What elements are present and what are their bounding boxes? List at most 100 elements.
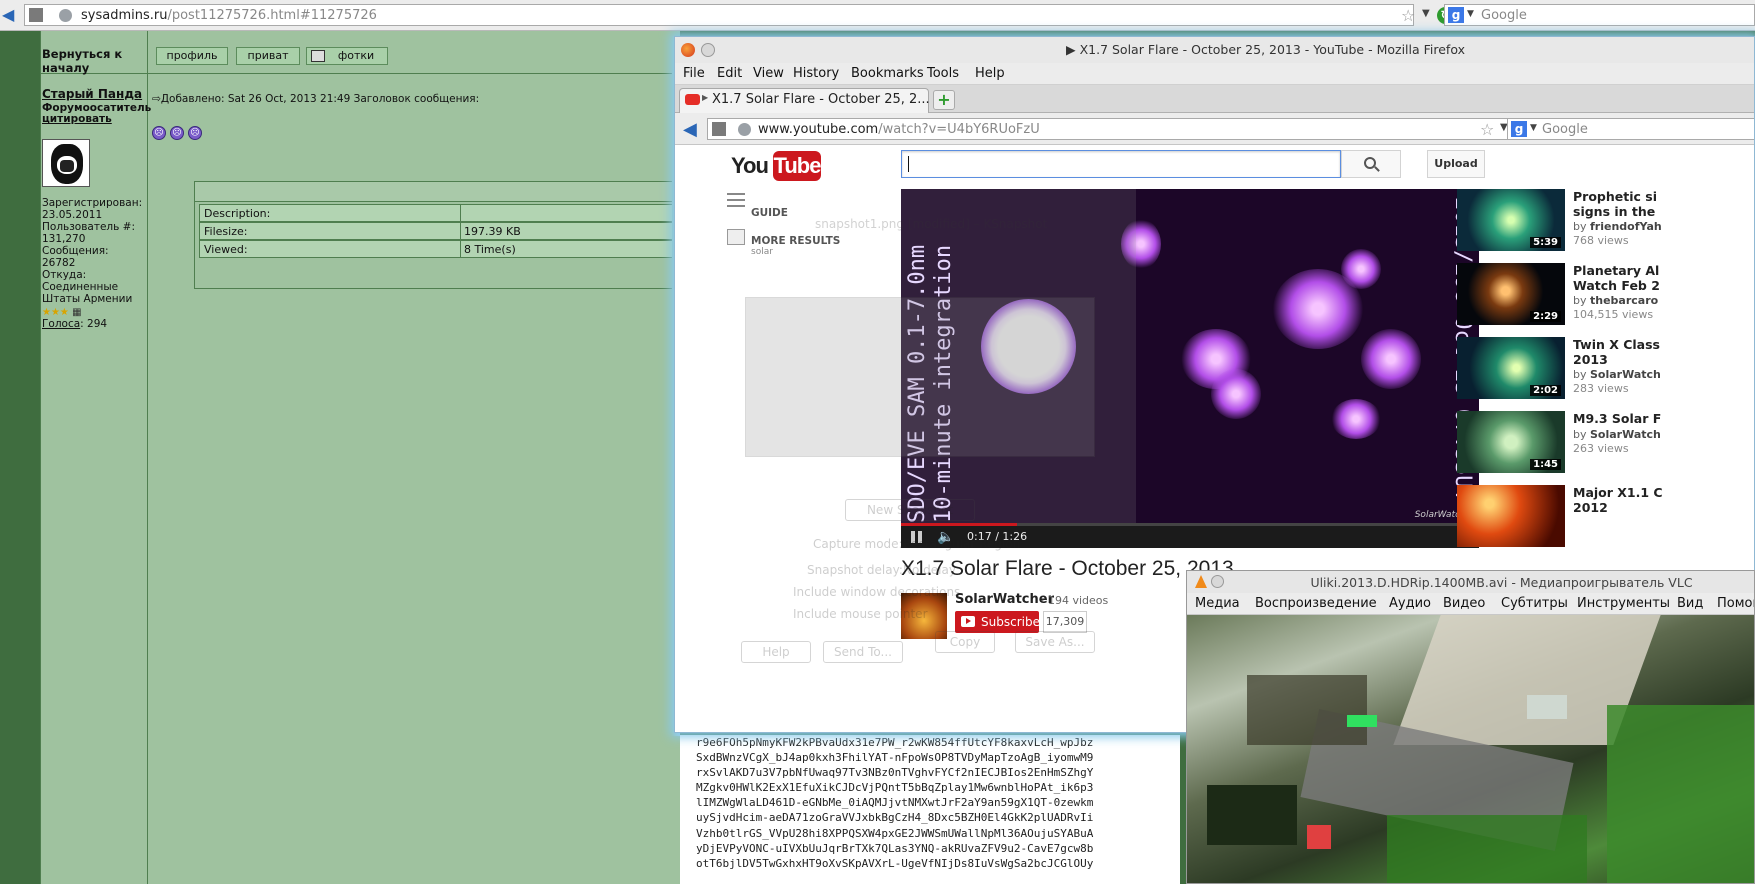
youtube-search-input[interactable]	[901, 150, 1341, 178]
chevron-down-icon[interactable]: ▼	[1422, 8, 1430, 19]
chevron-down-icon[interactable]: ▼	[1530, 123, 1537, 133]
google-icon[interactable]: g	[1448, 7, 1464, 23]
vlc-menu-video[interactable]: Видео	[1443, 596, 1485, 611]
vlc-menu-help[interactable]: Помощь	[1717, 596, 1754, 611]
save-as-button[interactable]: Save As...	[1015, 631, 1095, 653]
help-button[interactable]: Help	[741, 641, 811, 663]
vlc-menu-tools[interactable]: Инструменты	[1577, 596, 1670, 611]
video-thumbnail[interactable]: 5:39	[1457, 189, 1565, 251]
background-browser-toolbar: ◀ sysadmins.ru/post11275726.html#1127572…	[0, 0, 1755, 31]
menu-view[interactable]: View	[753, 66, 784, 81]
tab-label: X1.7 Solar Flare - October 25, 2...	[712, 92, 930, 107]
votes-value: : 294	[80, 318, 108, 330]
photo-icon	[311, 50, 325, 62]
private-message-button[interactable]: приват	[236, 47, 300, 65]
youtube-search-button[interactable]	[1341, 150, 1401, 178]
avatar	[42, 139, 90, 187]
post-header: ⇨Добавлено: Sat 26 Oct, 2013 21:49 Загол…	[152, 93, 479, 105]
back-arrow-icon[interactable]: ◀	[2, 6, 20, 24]
menu-help[interactable]: Help	[975, 66, 1005, 81]
video-duration: 5:39	[1530, 237, 1561, 248]
emoji-icon: ☹	[188, 126, 202, 140]
menu-bookmarks[interactable]: Bookmarks	[851, 66, 924, 81]
related-title[interactable]: Twin X Class 2013	[1573, 337, 1754, 367]
send-to-button[interactable]: Send To...	[823, 641, 903, 663]
window-title: ▶ X1.7 Solar Flare - October 25, 2013 - …	[1066, 42, 1465, 57]
menu-file[interactable]: File	[683, 66, 705, 81]
chevron-down-icon[interactable]: ▼	[1467, 9, 1474, 19]
include-decorations-checkbox[interactable]: Include window decorations	[793, 585, 960, 599]
related-title[interactable]: Prophetic si signs in the	[1573, 189, 1754, 219]
include-pointer-checkbox[interactable]: Include mouse pointer	[793, 607, 928, 621]
related-video[interactable]: 2:29 Planetary Al Watch Feb 2 by thebarca…	[1457, 263, 1754, 329]
photos-label: фотки	[337, 49, 375, 62]
video-thumbnail[interactable]: 1:45	[1457, 411, 1565, 473]
menu-edit[interactable]: Edit	[717, 66, 742, 81]
table-row: Description:	[199, 204, 677, 222]
page-icon[interactable]	[29, 8, 43, 22]
vlc-menu-audio[interactable]: Аудио	[1389, 596, 1431, 611]
search-box[interactable]: g ▼ Google	[1507, 118, 1754, 140]
upload-button[interactable]: Upload	[1427, 150, 1485, 178]
related-channel[interactable]: friendofYah	[1590, 220, 1662, 233]
bookmark-star-icon[interactable]: ☆	[1480, 120, 1494, 139]
related-title[interactable]: Major X1.1 C 2012	[1573, 485, 1754, 515]
address-bar[interactable]: www.youtube.com/watch?v=U4bY6RUoFzU ☆ ▼ …	[707, 118, 1533, 140]
related-video[interactable]: 2:02 Twin X Class 2013 by SolarWatch 283 …	[1457, 337, 1754, 403]
address-bar[interactable]: sysadmins.ru/post11275726.html#11275726 …	[24, 4, 1454, 26]
vlc-menu-playback[interactable]: Воспроизведение	[1255, 596, 1377, 611]
globe-icon	[59, 9, 72, 22]
video-duration: 2:29	[1530, 311, 1561, 322]
related-channel[interactable]: SolarWatch	[1590, 368, 1661, 381]
related-video[interactable]: Major X1.1 C 2012	[1457, 485, 1754, 551]
forum-page: Вернуться к началу профиль приват фотки …	[0, 31, 681, 884]
votes: Голоса: 294	[42, 318, 107, 330]
left-border	[0, 31, 40, 884]
back-to-top-link[interactable]: Вернуться к началу	[42, 47, 142, 75]
url-host: www.youtube.com	[758, 122, 879, 137]
attachment-table: Description: Filesize: 197.39 KB Viewed: 8…	[194, 181, 681, 289]
votes-label[interactable]: Голоса	[42, 318, 80, 330]
capture-mode-select[interactable]: Rectangular Region	[903, 537, 1020, 551]
vlc-menu-media[interactable]: Медиа	[1195, 596, 1240, 611]
bookmark-star-icon[interactable]: ☆	[1401, 6, 1415, 25]
related-video[interactable]: 1:45 M9.3 Solar F by SolarWatch 263 view…	[1457, 411, 1754, 477]
youtube-favicon-icon	[685, 94, 700, 105]
photos-button[interactable]: фотки	[306, 47, 388, 65]
page-icon[interactable]	[712, 122, 726, 136]
video-thumbnail[interactable]: 2:02	[1457, 337, 1565, 399]
delay-select[interactable]: No delay	[903, 563, 956, 577]
minimize-button[interactable]	[1211, 575, 1224, 588]
menu-history[interactable]: History	[793, 66, 839, 81]
related-channel[interactable]: thebarcaro	[1590, 294, 1658, 307]
guide-menu-icon[interactable]	[727, 193, 745, 207]
url-text: www.youtube.com/watch?v=U4bY6RUoFzU	[758, 122, 1040, 137]
video-thumbnail[interactable]	[1457, 485, 1565, 547]
profile-button[interactable]: профиль	[156, 47, 228, 65]
navigation-bar: ◀ www.youtube.com/watch?v=U4bY6RUoFzU ☆ …	[675, 113, 1754, 145]
google-icon[interactable]: g	[1511, 121, 1527, 137]
post-arrow-icon: ⇨	[152, 93, 161, 105]
author-username[interactable]: Старый Панда	[42, 87, 142, 101]
new-tab-button[interactable]: +	[933, 90, 955, 110]
menu-tools[interactable]: Tools	[927, 66, 959, 81]
new-snapshot-button[interactable]: New Snapshot	[845, 499, 975, 521]
window-titlebar: ▶ X1.7 Solar Flare - October 25, 2013 - …	[675, 37, 1754, 63]
back-arrow-icon[interactable]: ◀	[683, 119, 697, 140]
search-box[interactable]: g ▼ Google	[1444, 4, 1755, 26]
related-video[interactable]: 5:39 Prophetic si signs in the by friendo…	[1457, 189, 1754, 255]
quote-link[interactable]: цитировать	[42, 113, 112, 125]
table-row: Viewed: 8 Time(s)	[199, 240, 677, 258]
related-views: 104,515 views	[1573, 308, 1654, 321]
video-thumbnail[interactable]: 2:29	[1457, 263, 1565, 325]
vlc-menu-subtitles[interactable]: Субтитры	[1501, 596, 1568, 611]
related-title[interactable]: M9.3 Solar F	[1573, 411, 1754, 426]
tab-youtube[interactable]: ▶ X1.7 Solar Flare - October 25, 2...	[679, 88, 930, 113]
posts-label: Сообщения:	[42, 245, 109, 257]
search-placeholder: Google	[1542, 122, 1588, 137]
related-title[interactable]: Planetary Al Watch Feb 2	[1573, 263, 1754, 293]
copy-button[interactable]: Copy	[935, 631, 995, 653]
vlc-menu-view[interactable]: Вид	[1677, 596, 1703, 611]
related-channel[interactable]: SolarWatch	[1590, 428, 1661, 441]
vlc-video-frame[interactable]	[1187, 615, 1754, 883]
